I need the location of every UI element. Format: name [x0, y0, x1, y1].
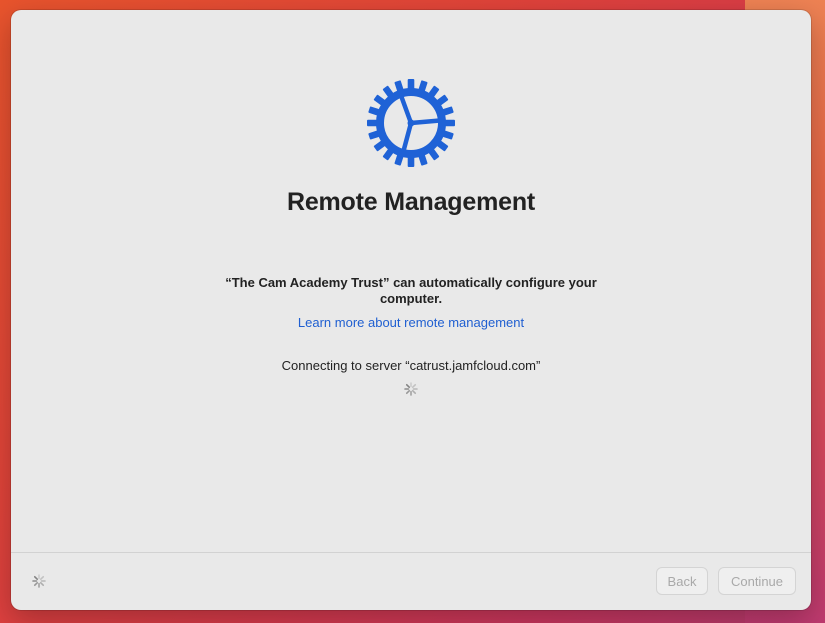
learn-more-link[interactable]: Learn more about remote management	[11, 315, 811, 330]
organization-message: “The Cam Academy Trust” can automaticall…	[225, 275, 597, 306]
gear-icon	[365, 77, 457, 169]
spinner-icon	[32, 574, 46, 588]
continue-button[interactable]: Continue	[718, 567, 796, 595]
spinner-icon	[404, 382, 418, 396]
footer-divider	[11, 552, 811, 553]
setup-assistant-window: Remote Management “The Cam Academy Trust…	[11, 10, 811, 610]
back-button[interactable]: Back	[656, 567, 708, 595]
page-title: Remote Management	[286, 188, 536, 216]
connection-status: Connecting to server “catrust.jamfcloud.…	[281, 358, 541, 373]
